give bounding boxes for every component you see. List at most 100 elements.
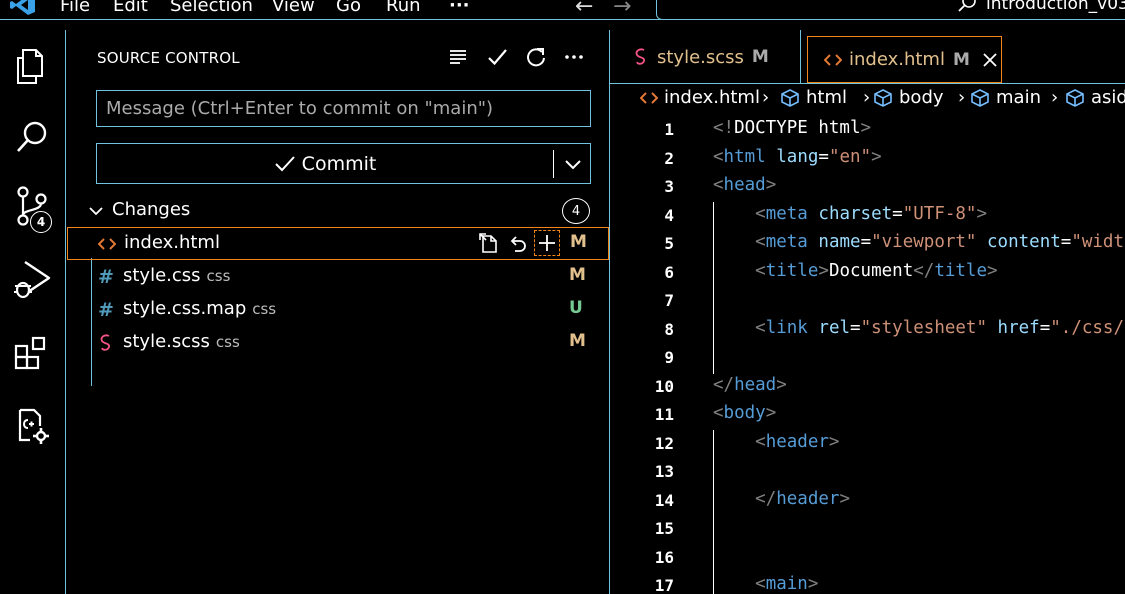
file-dir: css [252,300,277,318]
commit-button-group: Commit [96,143,591,184]
remote-explorer-icon[interactable] [10,404,54,448]
menu-edit[interactable]: Edit [113,0,148,16]
menu-run[interactable]: Run [386,0,421,16]
css-file-icon: # [98,266,114,288]
code-line: <link rel="stylesheet" href="./css/style… [755,318,1125,338]
tab-label: index.html [849,49,945,70]
list-item[interactable]: # style.css css M [67,261,609,294]
breadcrumb-item[interactable]: index.html [640,87,760,108]
changes-label: Changes [112,199,191,220]
line-number: 13 [654,462,674,481]
refresh-icon[interactable] [523,44,549,70]
breadcrumb-item[interactable]: html [780,87,847,108]
discard-changes-icon[interactable] [505,230,531,256]
tab-style-scss[interactable]: style.scss M [610,30,801,84]
breadcrumb-item[interactable]: aside [1065,87,1125,108]
source-control-badge: 4 [30,211,52,233]
line-number: 4 [664,206,674,225]
code-editor[interactable]: 1 2 3 4 5 6 7 8 9 10 11 12 13 14 15 16 1… [610,115,1125,594]
css-file-icon: # [98,299,114,321]
search-icon [958,0,976,12]
explorer-icon[interactable] [10,44,54,88]
html-file-icon [822,53,844,67]
tab-index-html[interactable]: index.html M [807,36,1002,83]
view-as-tree-icon[interactable] [445,44,471,70]
symbol-element-icon [971,88,989,107]
changes-count-badge: 4 [562,198,590,224]
code-line: <html lang="en"> [713,147,882,167]
list-item[interactable]: # style.css.map css U [67,294,609,327]
menu-file[interactable]: File [60,0,90,16]
file-name: style.scss css [123,331,240,352]
panel-title: SOURCE CONTROL [97,49,240,67]
source-control-panel: SOURCE CONTROL Message (Ctrl+Enter to co… [67,30,609,594]
html-file-icon [640,91,658,104]
open-file-icon[interactable] [476,230,502,256]
commit-message-input[interactable]: Message (Ctrl+Enter to commit on "main") [96,90,591,127]
code-line: </header> [755,489,850,509]
symbol-element-icon [1066,88,1084,107]
scss-file-icon [630,47,652,67]
breadcrumb-item[interactable]: body [873,87,944,108]
file-name: style.css.map css [123,298,277,319]
breadcrumb: index.html › html › body › main › aside [610,85,1125,115]
commit-button[interactable]: Commit [97,144,553,183]
line-number: 1 [664,120,674,139]
activity-bar: 4 [0,30,66,594]
file-dir: css [206,267,231,285]
title-bar: File Edit Selection View Go Run ··· ← → … [0,0,1125,20]
list-item[interactable]: style.scss css M [67,327,609,360]
vscode-logo-icon [10,0,35,15]
menu-view[interactable]: View [272,0,315,16]
more-actions-icon[interactable] [561,44,587,70]
line-number: 9 [664,348,674,367]
check-icon [274,155,295,171]
chevron-right-icon: › [863,87,871,108]
line-number: 3 [664,177,674,196]
editor-area: style.scss M index.html M index.html › h… [610,30,1125,594]
arrow-right-icon[interactable]: → [613,0,631,19]
arrow-left-icon[interactable]: ← [575,0,593,19]
close-icon[interactable] [980,50,1000,70]
run-debug-icon[interactable] [10,258,54,302]
menu-go[interactable]: Go [336,0,361,16]
extensions-icon[interactable] [10,332,54,376]
code-line: <meta charset="UTF-8"> [755,204,988,224]
symbol-element-icon [874,88,892,107]
tab-bar: style.scss M index.html M [610,30,1125,84]
stage-changes-icon[interactable] [534,230,560,256]
code-line: </head> [713,375,787,395]
file-status: M [569,331,586,351]
chevron-down-icon [89,207,103,216]
line-number: 14 [654,491,674,510]
command-center-text: introduction_v03 [986,0,1125,14]
line-number: 17 [654,576,674,594]
menu-selection[interactable]: Selection [170,0,253,16]
scss-file-icon [96,333,116,353]
tab-label: style.scss [657,46,744,68]
changes-group-header[interactable]: Changes 4 [87,198,597,224]
menu-more[interactable]: ··· [449,0,470,16]
line-number: 2 [664,149,674,168]
line-number: 7 [664,291,674,310]
list-item[interactable]: index.html M [67,227,609,260]
commit-dropdown-button[interactable] [554,144,591,183]
line-number: 12 [654,434,674,453]
line-number: 6 [664,263,674,282]
line-number: 8 [664,320,674,339]
tab-modified-indicator: M [751,47,769,67]
file-name: index.html [124,232,220,253]
breadcrumb-item[interactable]: main [970,87,1041,108]
code-line: <meta name="viewport" content="width=dev… [755,232,1125,252]
indent-guide [713,202,714,374]
code-line: <main> [755,574,819,594]
file-name: style.css css [123,265,231,286]
chevron-right-icon: › [1051,87,1059,108]
code-line: <body> [713,403,777,423]
search-icon[interactable] [10,115,54,159]
chevron-right-icon: › [762,87,770,108]
html-file-icon [97,234,117,254]
file-dir: css [215,333,240,351]
commit-label: Commit [301,152,377,175]
commit-check-icon[interactable] [484,44,510,70]
